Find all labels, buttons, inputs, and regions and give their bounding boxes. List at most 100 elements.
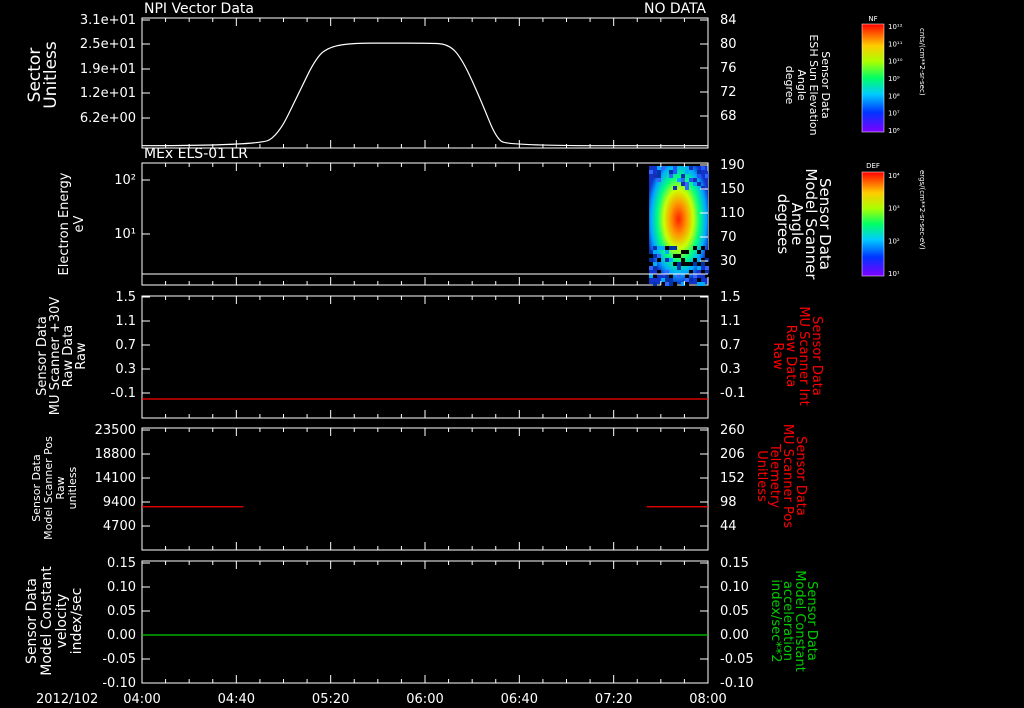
left-tick-label: 0.05 xyxy=(107,604,136,619)
colorbar-def: DEF 10⁴ 10³ 10² 10¹ ergs/(cm**2-sr-sec-eV) xyxy=(861,162,926,278)
right-tick-label: 84 xyxy=(720,13,737,28)
spectrogram-cell xyxy=(697,282,702,286)
right-tick-label: 76 xyxy=(720,61,737,76)
spectrogram-cell xyxy=(661,166,666,170)
panel-1-series xyxy=(141,42,708,147)
colorbar-tick-label: 10⁶ xyxy=(888,127,900,135)
panel-4-left-ticks: 23500 18800 14100 9400 4700 xyxy=(95,423,709,550)
panel-3-right-ticks: 1.5 1.1 0.7 0.3 -0.1 xyxy=(700,290,745,401)
colorbar-tick-label: 10¹⁰ xyxy=(888,58,903,66)
colorbar-tick-label: 10⁷ xyxy=(888,110,900,118)
spectrogram-cell xyxy=(665,250,670,254)
spectrogram-cell xyxy=(701,262,706,266)
spectrogram-cell xyxy=(669,258,674,262)
right-tick-label: 190 xyxy=(720,158,745,173)
left-axis-label-line: eV xyxy=(72,215,87,232)
colorbar-def-label: ergs/(cm**2-sr-sec-eV) xyxy=(918,170,926,250)
panel-1-frame xyxy=(141,17,709,149)
spectrogram-cell xyxy=(693,182,698,186)
spectrogram-cell xyxy=(705,266,710,270)
spectrogram-cell xyxy=(653,282,658,286)
spectrogram-cell xyxy=(673,186,678,190)
spectrogram-cell xyxy=(649,274,654,278)
colorbar-nf-label: cnts/(cm**2-sr-sec) xyxy=(918,28,926,96)
spectrogram-cell xyxy=(697,174,702,178)
spectrogram-cell xyxy=(653,246,658,250)
panel-3-left-axis-label: Sensor DataMU Scanner +30VRaw DataRaw xyxy=(35,297,89,416)
spectrogram-cell xyxy=(653,266,658,270)
spectrogram-cell xyxy=(705,262,710,266)
no-data-label: NO DATA xyxy=(644,1,706,17)
spectrogram-cell xyxy=(685,186,690,190)
left-tick-label: 10¹ xyxy=(114,227,136,242)
right-tick-label: 80 xyxy=(720,37,737,52)
spectrogram-cell xyxy=(697,250,702,254)
spectrogram-cell xyxy=(685,262,690,266)
panel-1-title: NPI Vector Data xyxy=(144,1,254,17)
left-tick-label: 6.2e+00 xyxy=(80,111,136,126)
spectrogram-cell xyxy=(665,282,670,286)
left-tick-label: 1.1 xyxy=(115,314,136,329)
colorbar-tick-label: 10⁴ xyxy=(888,172,900,180)
panel-5-right-axis-label: Sensor DataModel Constantaccelerationind… xyxy=(768,570,819,672)
spectrogram-cell xyxy=(669,278,674,282)
right-tick-label: 110 xyxy=(720,206,745,221)
time-tick-label: 08:00 xyxy=(689,692,726,707)
left-tick-label: -0.05 xyxy=(102,652,136,667)
time-axis: 2012/102 04:00 04:40 05:20 06:00 06:40 07:20 0… xyxy=(36,692,727,707)
left-axis-label-line: Sensor Data xyxy=(24,578,40,664)
right-tick-label: 1.5 xyxy=(720,290,741,305)
spectrogram-cell xyxy=(669,282,674,286)
spectrogram-cell xyxy=(673,254,678,258)
spectrogram-cell xyxy=(669,274,674,278)
spectrogram-cell xyxy=(681,258,686,262)
left-tick-label: 9400 xyxy=(103,495,136,510)
spectrogram-cell xyxy=(661,246,666,250)
spectrogram-cell xyxy=(649,262,654,266)
left-tick-label: 0.3 xyxy=(115,362,136,377)
time-tick-label: 06:00 xyxy=(406,692,443,707)
left-tick-label: -0.1 xyxy=(111,386,136,401)
spectrogram-cell xyxy=(673,282,678,286)
spectrogram-cell xyxy=(661,282,666,286)
spectrogram-cell xyxy=(669,246,674,250)
electron-spectrogram xyxy=(649,166,710,286)
right-axis-label-line: degree xyxy=(783,66,796,105)
spectrogram-cell xyxy=(685,182,690,186)
time-tick-label: 04:40 xyxy=(218,692,255,707)
spectrogram-cell xyxy=(701,282,706,286)
left-tick-label: 3.1e+01 xyxy=(80,13,136,28)
spectrogram-cell xyxy=(697,278,702,282)
spectrogram-cell xyxy=(653,274,658,278)
panel-5-left-ticks: 0.15 0.10 0.05 0.00 -0.05 -0.10 xyxy=(102,556,709,691)
panel-2-right-axis-label: Sensor DataModel ScannerAngledegrees xyxy=(774,168,834,280)
spectrogram-cell xyxy=(665,278,670,282)
colorbar-def-name: DEF xyxy=(866,162,880,170)
left-tick-label: 1.5 xyxy=(115,290,136,305)
spectrogram-cell xyxy=(649,170,654,174)
spectrogram-cell xyxy=(689,266,694,270)
colorbar-tick-label: 10¹ xyxy=(888,270,900,278)
left-tick-label: 1.9e+01 xyxy=(80,62,136,77)
panel-2-left-ticks: 10² 10¹ xyxy=(114,163,709,285)
spectrogram-cell xyxy=(657,254,662,258)
right-tick-label: 98 xyxy=(720,495,737,510)
spectrogram-cell xyxy=(649,254,654,258)
spectrogram-cell xyxy=(681,182,686,186)
data-plot-stack: NPI Vector Data NO DATA 3.1e+01 2.5e+01 1.… xyxy=(24,1,926,707)
spectrogram-cell xyxy=(665,274,670,278)
spectrogram-cell xyxy=(653,174,658,178)
left-tick-label: 0.7 xyxy=(115,338,136,353)
panel-3-frame xyxy=(141,295,709,419)
spectrogram-cell xyxy=(681,250,686,254)
left-axis-label-line: Model Constant xyxy=(39,566,55,676)
left-axis-label-line: unitless xyxy=(66,466,79,509)
spectrogram-cell xyxy=(657,258,662,262)
colorbar-def-ticks: 10⁴ 10³ 10² 10¹ xyxy=(888,172,900,278)
panel-els-spectrogram: MEx ELS-01 LR 10² 10¹ 190 150 110 70 30 Elect… xyxy=(57,146,834,286)
panel-5-left-axis-label: Sensor Data Model Constant velocity index/s… xyxy=(24,566,85,676)
panel-model-constant: 0.150.100.050.00-0.05-0.10 0.150.100.050… xyxy=(24,556,819,691)
spectrogram-cell xyxy=(673,166,678,170)
panel-4-frame xyxy=(141,427,709,551)
right-tick-label: 0.7 xyxy=(720,338,741,353)
